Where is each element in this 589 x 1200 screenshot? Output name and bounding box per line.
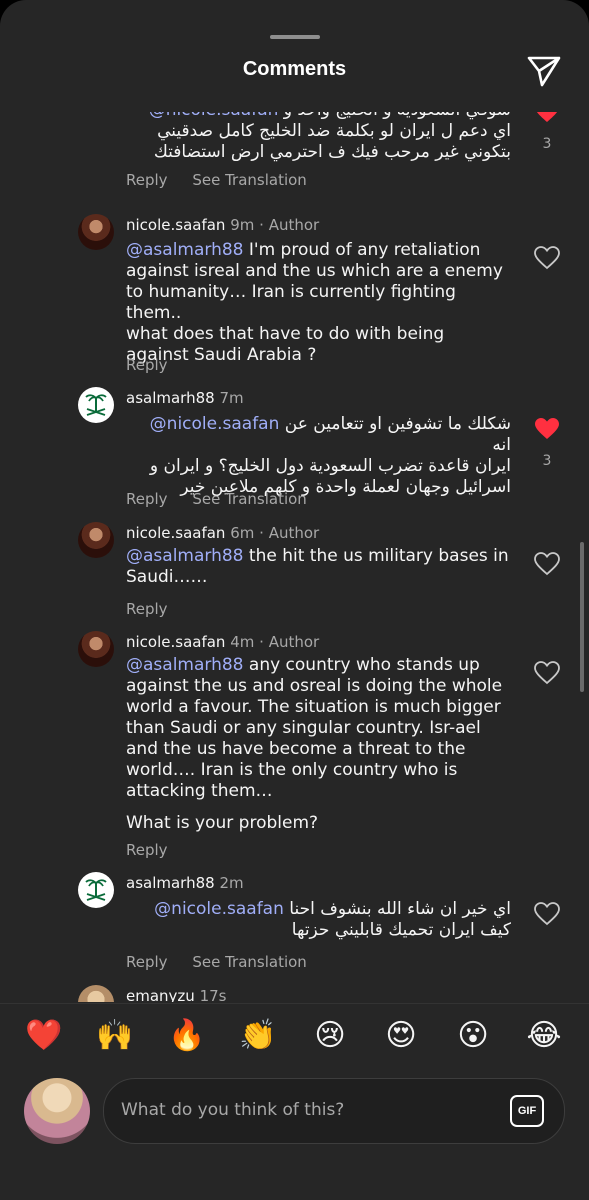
comment-text-line: @nicole.saafan شكلك ما تشوفين او تتعامين… (149, 414, 511, 455)
palm-emblem-icon (85, 394, 107, 416)
reaction-fire[interactable]: 🔥 (167, 1018, 207, 1054)
avatar[interactable] (78, 872, 114, 908)
comment-text-line: what does that have to do with being (126, 324, 445, 344)
comment-text-line: to humanity… Iran is currently fighting … (126, 282, 456, 323)
comment-username[interactable]: nicole.saafan (126, 633, 225, 651)
like-heart-icon[interactable] (534, 112, 560, 124)
comment-text-line: What is your problem? (126, 813, 319, 833)
author-badge: Author (268, 216, 320, 234)
like-heart-icon[interactable] (534, 246, 560, 270)
see-translation-button[interactable]: See Translation (192, 171, 306, 189)
comment-text-line: world…. Iran is the only country who is (126, 760, 458, 780)
author-badge: Author (268, 524, 320, 542)
reaction-heart[interactable]: ❤️ (24, 1018, 64, 1054)
reply-button[interactable]: Reply (126, 600, 168, 618)
scrollbar[interactable] (580, 542, 584, 692)
mention-link[interactable]: @nicole.saafan (154, 899, 284, 919)
comment-time: 6m (230, 524, 255, 542)
comment-text-line: and the us have become a threat to the (126, 739, 466, 759)
like-heart-icon[interactable] (534, 902, 560, 926)
like-count: 3 (542, 453, 552, 469)
reaction-crying[interactable]: 😢 (310, 1018, 350, 1054)
comment-text-line: world a favour. The situation is much bi… (126, 697, 501, 717)
reaction-laughing[interactable]: 😂 (524, 1018, 564, 1054)
avatar[interactable] (78, 214, 114, 250)
reply-button[interactable]: Reply (126, 171, 168, 189)
comment-username[interactable]: asalmarh88 (126, 389, 215, 407)
comment-text-line: attacking them… (126, 781, 273, 801)
comment-username[interactable]: emanyzu (126, 987, 195, 1002)
like-count: 3 (542, 136, 552, 152)
mention-link[interactable]: @asalmarh88 (126, 655, 244, 675)
gif-button[interactable]: GIF (510, 1095, 544, 1127)
comment-text-line: than Saudi or any singular country. Isr-… (126, 718, 481, 738)
comment-username[interactable]: nicole.saafan (126, 524, 225, 542)
drag-handle[interactable] (270, 35, 320, 39)
comment-time: 17s (199, 987, 227, 1002)
comment-text-line: @asalmarh88 I'm proud of any retaliation (126, 240, 481, 260)
reply-button[interactable]: Reply (126, 490, 168, 508)
palm-emblem-icon (85, 879, 107, 901)
reaction-surprised[interactable]: 😮 (453, 1018, 493, 1054)
like-heart-icon[interactable] (534, 661, 560, 685)
comment-time: 7m (219, 389, 244, 407)
mention-link[interactable]: @asalmarh88 (126, 240, 244, 260)
reply-button[interactable]: Reply (126, 356, 168, 374)
comment-text-line: اي دعم ل ايران لو بكلمة ضد الخليج كامل ص… (157, 121, 511, 141)
mention-link[interactable]: @nicole.saafan (149, 112, 279, 120)
mention-link[interactable]: @asalmarh88 (126, 546, 244, 566)
like-heart-icon[interactable] (534, 417, 560, 441)
avatar[interactable] (78, 522, 114, 558)
reaction-raised-hands[interactable]: 🙌 (95, 1018, 135, 1054)
comment-time: 2m (219, 874, 244, 892)
reply-button[interactable]: Reply (126, 841, 168, 859)
reaction-clap[interactable]: 👏 (238, 1018, 278, 1054)
avatar[interactable] (78, 985, 114, 1002)
mention-link[interactable]: @nicole.saafan (150, 414, 280, 434)
comment-text-line: بتكوني غير مرحب فيك ف احترمي ارض استضافت… (153, 142, 511, 162)
current-user-avatar (24, 1078, 90, 1144)
see-translation-button[interactable]: See Translation (192, 953, 306, 971)
send-icon[interactable] (526, 54, 562, 88)
comment-input-placeholder[interactable]: What do you think of this? (121, 1100, 344, 1120)
comment-time: 9m (230, 216, 255, 234)
comment-username[interactable]: asalmarh88 (126, 874, 215, 892)
comment-text-line: against isreal and the us which are a en… (126, 261, 503, 281)
comment-time: 4m (230, 633, 255, 651)
comment-text-line: @nicole.saafan شوفي السعودية و الخليج وا… (126, 112, 511, 121)
like-heart-icon[interactable] (534, 552, 560, 576)
comment-username[interactable]: nicole.saafan (126, 216, 225, 234)
comment-text-line: @nicole.saafan اي خير ان شاء الله بنشوف … (154, 899, 511, 919)
comment-list[interactable]: @nicole.saafan شوفي السعودية و الخليج وا… (0, 112, 589, 1002)
comment-text-line: @asalmarh88 any country who stands up (126, 655, 480, 675)
comment-text-line: ايران قاعدة تضرب السعودية دول الخليج؟ و … (149, 456, 511, 476)
comment-text-line: @asalmarh88 the hit the us military base… (126, 546, 509, 566)
comment-text-line: against the us and osreal is doing the w… (126, 676, 503, 696)
avatar[interactable] (78, 631, 114, 667)
page-title: Comments (242, 58, 347, 80)
see-translation-button[interactable]: See Translation (192, 490, 306, 508)
author-badge: Author (268, 633, 320, 651)
comment-text-line: Saudi…… (126, 567, 208, 587)
comments-sheet: Comments @nicole.saafan شوفي السعودية و … (0, 0, 589, 1200)
reply-button[interactable]: Reply (126, 953, 168, 971)
comment-text-line: كيف ايران تحميك قابليني حزتها (291, 920, 511, 940)
reaction-heart-eyes[interactable]: 😍 (381, 1018, 421, 1054)
avatar[interactable] (78, 387, 114, 423)
comment-text-line (126, 802, 511, 813)
